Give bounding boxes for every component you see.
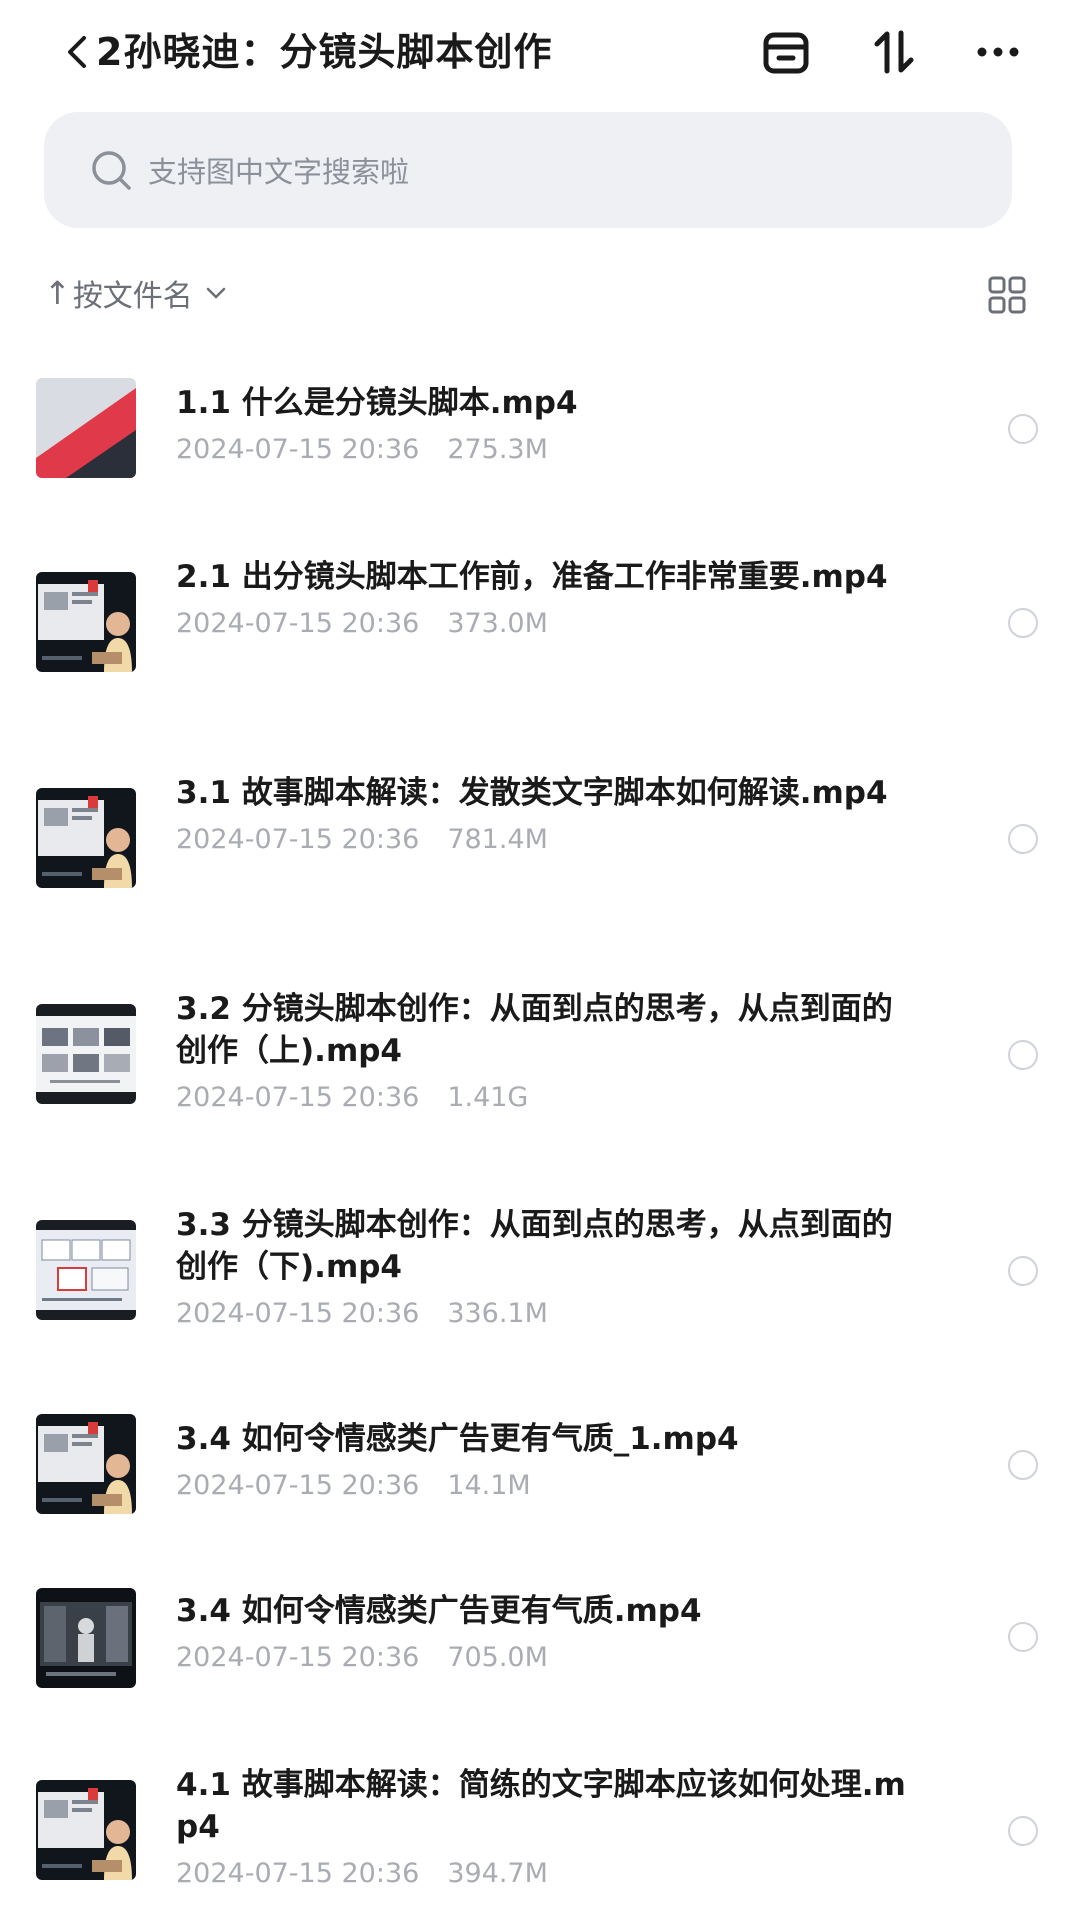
- file-size: 373.0M: [447, 608, 548, 639]
- inbox-icon: [763, 32, 809, 74]
- video-thumbnail: [36, 1220, 136, 1320]
- grid-icon: [988, 276, 1026, 314]
- file-meta: 2024-07-15 20:36 1.41G: [176, 1080, 916, 1116]
- file-meta: 2024-07-15 20:36 336.1M: [176, 1296, 916, 1332]
- chevron-down-icon: [206, 287, 226, 299]
- video-thumbnail: [36, 1588, 136, 1688]
- grid-view-button[interactable]: [984, 272, 1030, 318]
- video-thumbnail: [36, 378, 136, 478]
- file-meta: 2024-07-15 20:36 394.7M: [176, 1856, 916, 1892]
- search-placeholder: 支持图中文字搜索啦: [148, 155, 410, 189]
- file-size: 1.41G: [447, 1082, 529, 1113]
- thumbnail-image: [36, 572, 136, 672]
- select-radio[interactable]: [1008, 1450, 1038, 1480]
- file-meta: 2024-07-15 20:36 705.0M: [176, 1640, 916, 1676]
- file-info: 2.1 出分镜头脚本工作前，准备工作非常重要.mp4 2024-07-15 20:…: [176, 556, 916, 642]
- file-date: 2024-07-15 20:36: [176, 608, 420, 639]
- file-info: 3.4 如何令情感类广告更有气质.mp4 2024-07-15 20:36 705.…: [176, 1590, 916, 1676]
- sort-direction-arrow: ↑: [44, 274, 71, 312]
- thumbnail-image: [36, 1780, 136, 1880]
- search-icon: [92, 151, 131, 190]
- file-date: 2024-07-15 20:36: [176, 1858, 420, 1889]
- more-dots-icon: [977, 47, 1019, 57]
- video-thumbnail: [36, 788, 136, 888]
- top-bar: 2孙晓迪：分镜头脚本创作: [0, 0, 1076, 104]
- file-name: 3.4 如何令情感类广告更有气质.mp4: [176, 1593, 702, 1629]
- select-radio[interactable]: [1008, 608, 1038, 638]
- video-thumbnail: [36, 1004, 136, 1104]
- transfer-button[interactable]: [866, 24, 922, 80]
- back-count[interactable]: 2: [96, 30, 123, 74]
- sort-selector[interactable]: ↑ 按文件名: [44, 270, 229, 316]
- video-thumbnail: [36, 1414, 136, 1514]
- back-button[interactable]: [62, 24, 92, 80]
- file-meta: 2024-07-15 20:36 275.3M: [176, 432, 916, 468]
- thumbnail-image: [36, 1414, 136, 1514]
- file-meta: 2024-07-15 20:36 14.1M: [176, 1468, 916, 1504]
- file-date: 2024-07-15 20:36: [176, 1642, 420, 1673]
- thumbnail-image: [36, 1588, 136, 1688]
- file-size: 394.7M: [447, 1858, 548, 1889]
- file-date: 2024-07-15 20:36: [176, 1470, 420, 1501]
- file-name: 3.1 故事脚本解读：发散类文字脚本如何解读.mp4: [176, 775, 888, 811]
- file-name: 3.4 如何令情感类广告更有气质_1.mp4: [176, 1421, 739, 1457]
- inbox-button[interactable]: [758, 24, 814, 80]
- file-size: 275.3M: [447, 434, 548, 465]
- file-name: 2.1 出分镜头脚本工作前，准备工作非常重要.mp4: [176, 559, 888, 595]
- file-size: 781.4M: [447, 824, 548, 855]
- thumbnail-image: [36, 378, 136, 478]
- thumbnail-image: [36, 1004, 136, 1104]
- file-date: 2024-07-15 20:36: [176, 434, 420, 465]
- video-thumbnail: [36, 572, 136, 672]
- select-radio[interactable]: [1008, 1256, 1038, 1286]
- chevron-left-icon: [68, 36, 86, 68]
- select-radio[interactable]: [1008, 824, 1038, 854]
- sort-label: 按文件名: [72, 279, 193, 314]
- thumbnail-image: [36, 1220, 136, 1320]
- file-info: 3.3 分镜头脚本创作：从面到点的思考，从点到面的创作（下).mp4 2024-0…: [176, 1204, 916, 1332]
- file-name: 3.2 分镜头脚本创作：从面到点的思考，从点到面的创作（上).mp4: [176, 991, 893, 1069]
- file-meta: 2024-07-15 20:36 781.4M: [176, 822, 916, 858]
- thumbnail-image: [36, 788, 136, 888]
- file-info: 3.2 分镜头脚本创作：从面到点的思考，从点到面的创作（上).mp4 2024-0…: [176, 988, 916, 1116]
- file-size: 705.0M: [447, 1642, 548, 1673]
- file-date: 2024-07-15 20:36: [176, 824, 420, 855]
- file-name: 1.1 什么是分镜头脚本.mp4: [176, 385, 578, 421]
- sort-arrows-icon: [874, 30, 914, 74]
- file-info: 3.1 故事脚本解读：发散类文字脚本如何解读.mp4 2024-07-15 20:…: [176, 772, 916, 858]
- file-name: 4.1 故事脚本解读：简练的文字脚本应该如何处理.mp4: [176, 1767, 906, 1845]
- select-radio[interactable]: [1008, 1622, 1038, 1652]
- file-date: 2024-07-15 20:36: [176, 1082, 420, 1113]
- file-size: 14.1M: [447, 1470, 531, 1501]
- select-radio[interactable]: [1008, 1816, 1038, 1846]
- search-input[interactable]: 支持图中文字搜索啦: [44, 112, 1012, 228]
- more-button[interactable]: [970, 24, 1026, 80]
- select-radio[interactable]: [1008, 414, 1038, 444]
- file-info: 4.1 故事脚本解读：简练的文字脚本应该如何处理.mp4 2024-07-15 2…: [176, 1764, 916, 1892]
- file-meta: 2024-07-15 20:36 373.0M: [176, 606, 916, 642]
- file-size: 336.1M: [447, 1298, 548, 1329]
- video-thumbnail: [36, 1780, 136, 1880]
- select-radio[interactable]: [1008, 1040, 1038, 1070]
- file-name: 3.3 分镜头脚本创作：从面到点的思考，从点到面的创作（下).mp4: [176, 1207, 893, 1285]
- page-title: 2孙晓迪：分镜头脚本创作: [96, 24, 552, 80]
- file-date: 2024-07-15 20:36: [176, 1298, 420, 1329]
- file-info: 1.1 什么是分镜头脚本.mp4 2024-07-15 20:36 275.3M: [176, 382, 916, 468]
- file-info: 3.4 如何令情感类广告更有气质_1.mp4 2024-07-15 20:36 14…: [176, 1418, 916, 1504]
- folder-title: 孙晓迪：分镜头脚本创作: [123, 30, 553, 74]
